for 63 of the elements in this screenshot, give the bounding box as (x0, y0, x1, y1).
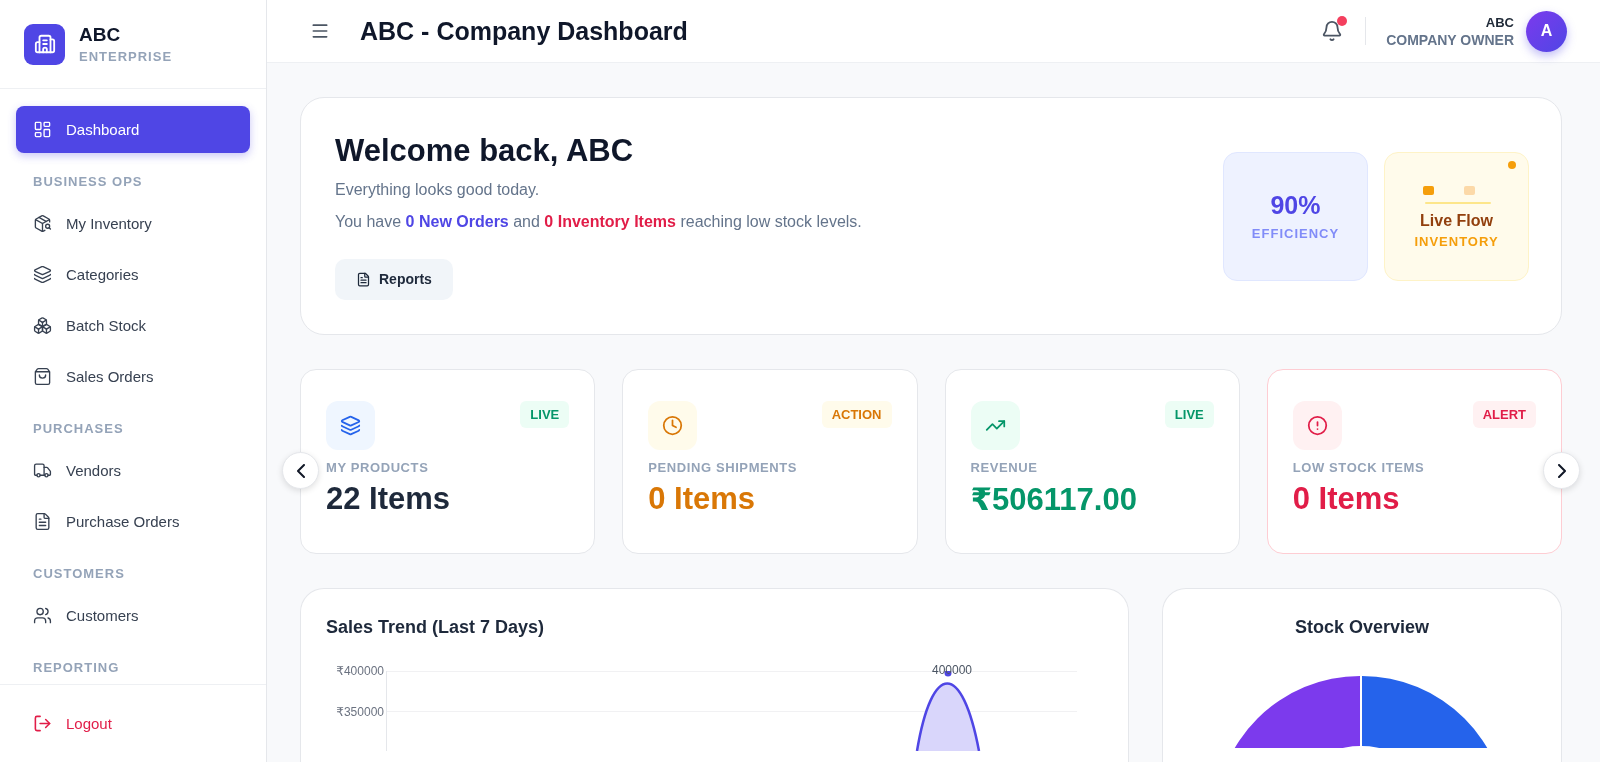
user-avatar[interactable]: A (1526, 10, 1567, 52)
stat-value: 0 Items (1292, 481, 1401, 517)
status-badge: ACTION (821, 401, 892, 428)
nav-icon (33, 512, 52, 531)
live-flow-label: INVENTORY (1414, 233, 1499, 249)
nav-section-heading: PURCHASES (32, 420, 125, 438)
nav-item[interactable]: Vendors (16, 447, 250, 494)
nav-icon (33, 120, 52, 139)
stat-label: PENDING SHIPMENTS (648, 460, 799, 475)
stat-label: REVENUE (970, 460, 1039, 475)
nav-icon (33, 265, 52, 284)
welcome-message: You have 0 New Orders and 0 Inventory Items reaching low stock levels. (335, 212, 863, 231)
data-label: 400000 (932, 663, 973, 677)
reports-button[interactable]: Reports (335, 258, 453, 300)
nav-section-heading: BUSINESS OPS (32, 173, 144, 191)
conveyor-drawing (1421, 183, 1492, 206)
nav-icon (33, 214, 52, 233)
nav-section-heading: REPORTING (32, 659, 121, 677)
stat-value: ₹506117.00 (970, 481, 1138, 518)
logout-icon (33, 714, 52, 733)
efficiency-value: 90% (1270, 191, 1321, 220)
stat-icon (970, 401, 1020, 450)
nav-item[interactable]: Dashboard (16, 106, 250, 153)
nav-icon (33, 461, 52, 480)
nav-item[interactable]: Categories (16, 251, 250, 298)
nav-item[interactable]: Purchase Orders (16, 498, 250, 545)
chart-title: Sales Trend (Last 7 Days) (326, 617, 546, 638)
stat-label: MY PRODUCTS (326, 460, 430, 475)
brand-subtitle: ENTERPRISE (79, 49, 173, 64)
user-role: COMPANY OWNER (1386, 31, 1514, 48)
status-badge: LIVE (520, 401, 570, 428)
welcome-subtitle: Everything looks good today. (335, 180, 541, 199)
menu-icon[interactable] (310, 21, 330, 41)
page-title: ABC - Company Dashboard (360, 16, 689, 46)
nav-item[interactable]: My Inventory (16, 200, 250, 247)
nav-icon (33, 606, 52, 625)
chevron-left-icon (296, 463, 305, 478)
nav-item[interactable]: Customers (16, 592, 250, 639)
brand-name: ABC (79, 24, 122, 46)
live-flow-title: Live Flow (1420, 211, 1493, 230)
logo-icon (24, 23, 65, 65)
chart-title: Stock Overview (1293, 617, 1431, 638)
nav-icon (33, 367, 52, 386)
stat-icon (648, 401, 698, 450)
axis-label: ₹400000 (335, 664, 385, 678)
stat-value: 0 Items (648, 481, 757, 517)
logout-button[interactable]: Logout (16, 703, 129, 744)
status-badge: LIVE (1164, 401, 1214, 428)
stat-icon (326, 401, 375, 450)
nav-item[interactable]: Sales Orders (16, 353, 250, 400)
status-badge: ALERT (1472, 401, 1536, 428)
document-icon (356, 271, 371, 287)
nav-section-heading: CUSTOMERS (32, 565, 126, 583)
chevron-right-icon (1557, 463, 1566, 478)
user-name: ABC (1484, 14, 1514, 30)
axis-label: ₹350000 (335, 705, 385, 719)
nav-item[interactable]: Batch Stock (16, 302, 250, 349)
efficiency-label: EFFICIENCY (1251, 226, 1340, 241)
stat-value: 22 Items (326, 481, 452, 517)
stat-label: LOW STOCK ITEMS (1292, 460, 1426, 475)
nav-icon (33, 316, 52, 335)
stat-icon (1292, 401, 1342, 450)
welcome-title: Welcome back, ABC (335, 132, 635, 169)
